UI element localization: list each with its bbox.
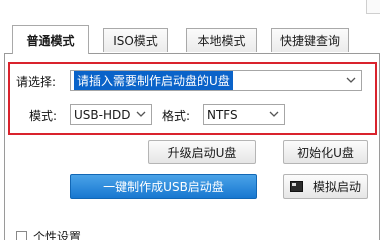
simulate-boot-button[interactable]: 模拟启动 bbox=[283, 174, 368, 199]
monitor-icon bbox=[289, 181, 303, 192]
tab-shortcut-query[interactable]: 快捷键查询 bbox=[271, 28, 349, 52]
personal-settings-label: 个性设置 bbox=[33, 230, 82, 240]
settings-icon bbox=[16, 231, 27, 240]
format-select-value: NTFS bbox=[207, 107, 238, 122]
personal-settings[interactable]: 个性设置 bbox=[16, 228, 81, 240]
simulate-boot-label: 模拟启动 bbox=[312, 180, 361, 194]
tab-local-mode[interactable]: 本地模式 bbox=[186, 28, 257, 52]
upgrade-usb-button[interactable]: 升级启动U盘 bbox=[148, 140, 256, 164]
disk-select-value: 请插入需要制作启动盘的U盘 bbox=[74, 71, 233, 90]
make-bootable-usb-button[interactable]: 一键制作成USB启动盘 bbox=[70, 174, 257, 199]
mode-select[interactable]: USB-HDD bbox=[70, 104, 152, 125]
disk-select[interactable]: 请插入需要制作启动盘的U盘 bbox=[70, 70, 362, 91]
chevron-down-icon bbox=[345, 74, 357, 86]
mode-select-value: USB-HDD bbox=[74, 107, 131, 122]
window-edge bbox=[366, 0, 380, 14]
window-top-strip bbox=[0, 0, 386, 24]
mode-label: 模式: bbox=[29, 109, 58, 123]
select-disk-label: 请选择: bbox=[16, 75, 57, 89]
chevron-down-icon bbox=[268, 108, 280, 120]
init-usb-button[interactable]: 初始化U盘 bbox=[283, 140, 368, 164]
tab-normal-mode[interactable]: 普通模式 bbox=[12, 25, 89, 54]
chevron-down-icon bbox=[135, 108, 147, 120]
format-label: 格式: bbox=[162, 109, 191, 123]
tab-iso-mode[interactable]: ISO模式 bbox=[103, 28, 168, 52]
format-select[interactable]: NTFS bbox=[203, 104, 285, 125]
